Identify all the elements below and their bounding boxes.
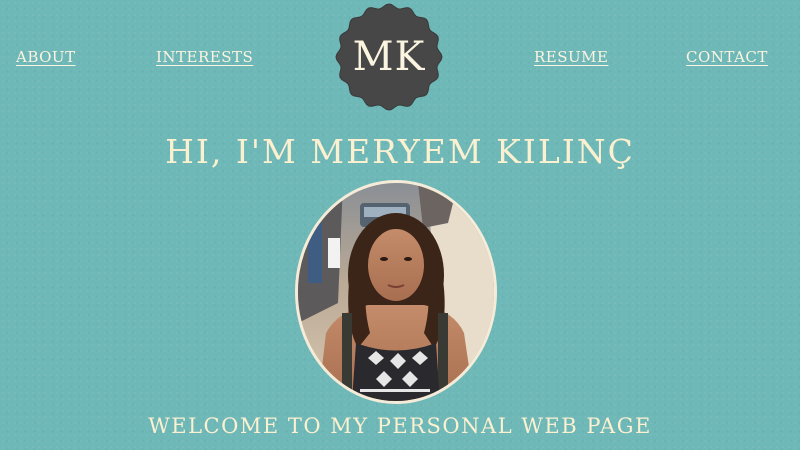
nav-link-contact[interactable]: Contact — [686, 48, 768, 66]
nav-link-about[interactable]: About — [16, 48, 76, 66]
nav-link-resume[interactable]: Resume — [534, 48, 608, 66]
logo-initials: MK — [352, 34, 426, 80]
welcome-message: Welcome to my personal web page — [148, 414, 652, 438]
hero-title: Hi, I'm Meryem Kılınç — [165, 132, 635, 171]
page: About Interests MK Resume Contact Hi, I'… — [0, 0, 800, 450]
portrait-image — [298, 183, 494, 401]
logo-badge[interactable]: MK — [334, 2, 444, 112]
nav-link-interests[interactable]: Interests — [156, 48, 253, 66]
profile-photo — [295, 180, 497, 404]
